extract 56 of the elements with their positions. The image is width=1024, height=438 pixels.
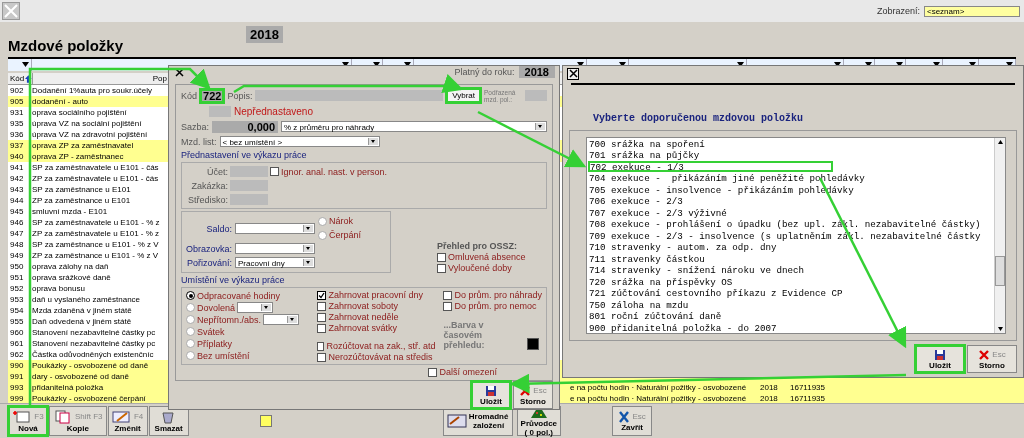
picker-heading: Vyberte doporučenou mzdovou položku bbox=[592, 111, 805, 126]
section-title: Umístění ve výkazu práce bbox=[181, 275, 286, 285]
table-cell-text: oprava srážkové daně bbox=[31, 272, 112, 283]
description-label: Popis: bbox=[227, 90, 253, 101]
table-cell-text: dodanění - auto bbox=[31, 96, 90, 107]
valid-year-field: 2018 bbox=[518, 66, 555, 78]
table-cell-text: oprava sociálního pojištění bbox=[31, 107, 128, 118]
table-cell-text: oprava zálohy na daň bbox=[31, 261, 110, 272]
display-label: Zobrazení: bbox=[876, 6, 920, 16]
table-cell-text: oprava ZP za zaměstnavatel bbox=[31, 140, 135, 151]
table-cell-text: přidanitelná položka bbox=[31, 382, 105, 393]
table-cell-text: oprava bonusu bbox=[31, 283, 86, 294]
table-cell-text: ZP za zaměstnavatele u E101 - % z bbox=[31, 228, 161, 239]
table-cell-text: 2018 bbox=[759, 393, 779, 403]
table-cell-text: e na počtu hodin · Naturální požitky - osvobozené bbox=[569, 393, 748, 403]
table-cell-text: úprava VZ na zdravotní pojištění bbox=[31, 129, 149, 140]
table-cell-text: e na počtu hodin · Naturální požitky - osvobozené bbox=[569, 382, 748, 393]
table-cell-text: Poukázky - osvobozené od daně bbox=[31, 360, 150, 371]
table-cell-text: Mzda zdaněná v jiném státě bbox=[31, 305, 133, 316]
table-cell-text: ZP za zaměstnavatele u E101 - čás bbox=[31, 173, 160, 184]
table-cell-text: Dodanění 1%auta pro soukr.účely bbox=[31, 85, 154, 96]
table-cell-text: Poukázky - osvobozené čerpání bbox=[31, 393, 147, 403]
table-cell-text: smluvní mzda - E101 bbox=[31, 206, 109, 217]
table-cell-text: ZP za zaměstnance u E101 bbox=[31, 195, 132, 206]
table-cell-text: SP za zaměstnavatele u E101 - čás bbox=[31, 162, 160, 173]
status-text: Nepřednastaveno bbox=[234, 106, 313, 117]
table-cell-text: Daň odvedená v jiném státě bbox=[31, 316, 133, 327]
screen-label: Obrazovka: bbox=[186, 243, 232, 254]
table-cell-text: SP za zaměstnance u E101 - % z V bbox=[31, 239, 160, 250]
table-cell-text: 16711935 bbox=[789, 382, 826, 393]
entry-label: Pořizování: bbox=[186, 257, 232, 268]
table-cell-text: úprava VZ na sociální pojištění bbox=[31, 118, 143, 129]
table-cell-text: SP za zaměstnavatele u E101 - % z bbox=[31, 217, 161, 228]
table-cell-text: Stanovení nezabavitelné částky pc bbox=[31, 327, 157, 338]
table-cell-text: Částka odůvodněných existenčníc bbox=[31, 349, 155, 360]
field-label: Zakázka: bbox=[190, 180, 228, 191]
ossz-heading: Přehled pro OSSZ: bbox=[437, 241, 518, 251]
table-cell-text: 2018 bbox=[759, 382, 779, 393]
sheet-label: Mzd. list: bbox=[181, 136, 217, 147]
table-cell-text: daň u vyslaného zaměstnance bbox=[31, 294, 142, 305]
section-title: Přednastavení ve výkazu práce bbox=[181, 150, 308, 160]
year-field: 2018 bbox=[246, 26, 283, 43]
field-label: Účet: bbox=[206, 166, 228, 177]
field-label: Středisko: bbox=[186, 194, 228, 205]
table-cell-text: SP za zaměstnance u E101 bbox=[31, 184, 132, 195]
saldo-label: Saldo: bbox=[205, 223, 232, 234]
color-label: ...Barva v časovém přehledu: bbox=[443, 320, 486, 350]
table-cell-text: dary - osvobozené od daně bbox=[31, 371, 130, 382]
valid-year-label: Platný do roku: bbox=[454, 67, 515, 77]
rate-label: Sazba: bbox=[181, 121, 210, 132]
code-label: Kód bbox=[181, 90, 197, 101]
page-title: Mzdové položky bbox=[8, 37, 123, 54]
table-cell-text: oprava ZP - zaměstnanec bbox=[31, 151, 125, 162]
table-cell-text: 16711935 bbox=[789, 393, 826, 403]
table-cell-text: ZP za zaměstnance u E101 - % z V bbox=[31, 250, 160, 261]
table-cell-text: Stanovení nezabavitelné částky pc bbox=[31, 338, 157, 349]
